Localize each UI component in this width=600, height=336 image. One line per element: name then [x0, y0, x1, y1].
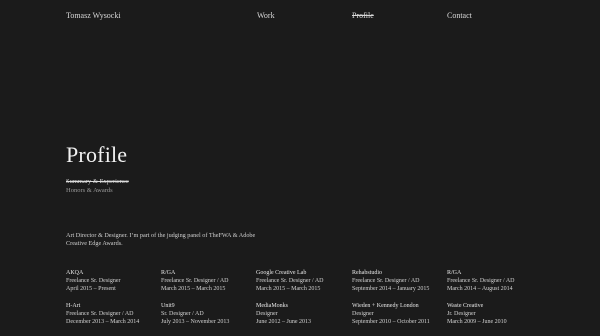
experience-item: H-Art Freelance Sr. Designer / AD Decemb… [66, 303, 158, 326]
experience-role: Freelance Sr. Designer / AD [256, 277, 324, 284]
experience-dates: June 2012 – June 2013 [256, 318, 311, 325]
experience-item: AKQA Freelance Sr. Designer April 2015 –… [66, 270, 158, 293]
profile-hero: Profile Summary & Experience Honors & Aw… [66, 143, 129, 195]
profile-subnav: Summary & Experience Honors & Awards [66, 178, 129, 195]
experience-company: R/GA [447, 270, 462, 276]
experience-item: Google Creative Lab Freelance Sr. Design… [256, 270, 348, 293]
experience-company: MediaMonks [256, 303, 288, 309]
top-navigation: Tomasz Wysocki Work Profile Contact [0, 11, 600, 23]
experience-company: Google Creative Lab [256, 270, 307, 276]
experience-dates: March 2015 – March 2015 [161, 285, 226, 292]
experience-role: Freelance Sr. Designer / AD [66, 310, 134, 317]
experience-dates: March 2009 – June 2010 [447, 318, 507, 325]
experience-role: Designer [256, 310, 278, 317]
nav-link-contact[interactable]: Contact [447, 11, 472, 20]
experience-company: Wieden + Kennedy London [352, 303, 419, 309]
experience-dates: March 2014 – August 2014 [447, 285, 513, 292]
experience-role: Freelance Sr. Designer [66, 277, 121, 284]
nav-link-work[interactable]: Work [257, 11, 275, 20]
experience-item: Waste Creative Jr. Designer March 2009 –… [447, 303, 539, 326]
experience-item: Unit9 Sr. Designer / AD July 2013 – Nove… [161, 303, 253, 326]
experience-role: Freelance Sr. Designer / AD [352, 277, 420, 284]
experience-role: Freelance Sr. Designer / AD [161, 277, 229, 284]
experience-company: Unit9 [161, 303, 175, 309]
experience-company: R/GA [161, 270, 176, 276]
bio-text: Art Director & Designer. I’m part of the… [66, 232, 256, 247]
experience-item: R/GA Freelance Sr. Designer / AD March 2… [447, 270, 539, 293]
experience-dates: December 2013 – March 2014 [66, 318, 140, 325]
experience-company: H-Art [66, 303, 81, 309]
experience-dates: July 2013 – November 2013 [161, 318, 230, 325]
experience-company: Rehabstudio [352, 270, 382, 276]
experience-dates: September 2010 – October 2011 [352, 318, 430, 325]
experience-company: Waste Creative [447, 303, 484, 309]
experience-item: R/GA Freelance Sr. Designer / AD March 2… [161, 270, 253, 293]
experience-role: Sr. Designer / AD [161, 310, 204, 317]
experience-role: Designer [352, 310, 374, 317]
experience-dates: September 2014 – January 2015 [352, 285, 430, 292]
experience-item: MediaMonks Designer June 2012 – June 201… [256, 303, 348, 326]
subnav-summary-experience[interactable]: Summary & Experience [66, 178, 129, 187]
page-title: Profile [66, 142, 128, 167]
brand-link[interactable]: Tomasz Wysocki [66, 11, 121, 20]
nav-link-profile[interactable]: Profile [352, 11, 374, 20]
subnav-honors-awards[interactable]: Honors & Awards [66, 187, 129, 196]
experience-dates: April 2015 – Present [66, 285, 116, 292]
experience-item: Wieden + Kennedy London Designer Septemb… [352, 303, 444, 326]
experience-role: Jr. Designer [447, 310, 476, 317]
experience-dates: March 2015 – March 2015 [256, 285, 321, 292]
experience-item: Rehabstudio Freelance Sr. Designer / AD … [352, 270, 444, 293]
experience-company: AKQA [66, 270, 84, 276]
experience-role: Freelance Sr. Designer / AD [447, 277, 515, 284]
